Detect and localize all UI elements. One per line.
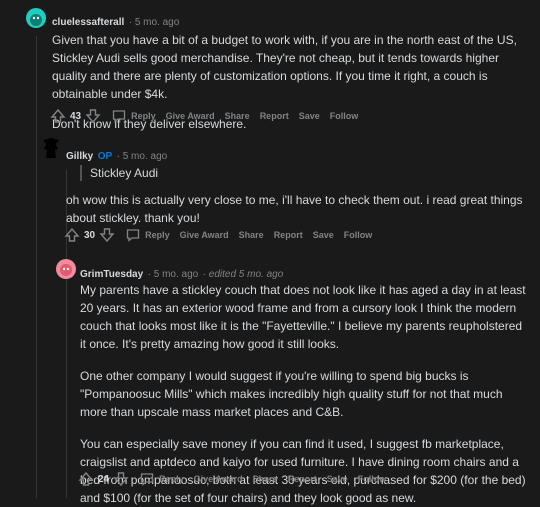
timestamp[interactable]: 5 mo. ago <box>123 151 167 162</box>
comment-header: cluelessafterall · 5 mo. ago <box>52 17 180 28</box>
vote-count: 24 <box>98 473 110 485</box>
give-award-button[interactable]: Give Award <box>166 111 215 121</box>
save-button[interactable]: Save <box>299 111 320 121</box>
vote-count: 43 <box>70 110 82 122</box>
username[interactable]: cluelessafterall <box>52 17 124 28</box>
timestamp[interactable]: 5 mo. ago <box>154 269 198 280</box>
report-button[interactable]: Report <box>260 111 289 121</box>
reply-icon <box>111 108 127 124</box>
reply-button[interactable]: Reply <box>139 471 184 487</box>
share-button[interactable]: Share <box>225 111 250 121</box>
edited-label: edited 5 mo. ago <box>208 269 284 280</box>
comment-header: Gillky OP · 5 mo. ago <box>66 151 168 162</box>
follow-button[interactable]: Follow <box>330 111 359 121</box>
reply-button[interactable]: Reply <box>111 108 156 124</box>
avatar[interactable] <box>56 259 76 279</box>
comment-body: Stickley Audi oh wow this is actually ve… <box>66 163 526 227</box>
thread-line[interactable] <box>36 36 37 498</box>
downvote-icon[interactable] <box>113 471 129 487</box>
follow-button[interactable]: Follow <box>358 474 387 484</box>
action-bar: 43 Reply Give Award Share Report Save Fo… <box>50 107 368 125</box>
vote-count: 30 <box>84 229 96 241</box>
upvote-icon[interactable] <box>64 227 80 243</box>
upvote-icon[interactable] <box>50 108 66 124</box>
downvote-icon[interactable] <box>85 108 101 124</box>
report-button[interactable]: Report <box>288 474 317 484</box>
give-award-button[interactable]: Give Award <box>180 230 229 240</box>
comment-paragraph: oh wow this is actually very close to me… <box>66 193 523 225</box>
give-award-button[interactable]: Give Award <box>194 474 243 484</box>
username[interactable]: Gillky <box>66 151 93 162</box>
comment-header: GrimTuesday · 5 mo. ago · edited 5 mo. a… <box>80 269 284 280</box>
reply-icon <box>139 471 155 487</box>
share-button[interactable]: Share <box>253 474 278 484</box>
comment-paragraph: Given that you have a bit of a budget to… <box>52 33 517 101</box>
action-bar: 30 Reply Give Award Share Report Save Fo… <box>64 226 382 244</box>
username[interactable]: GrimTuesday <box>80 269 143 280</box>
comment-paragraph: One other company I would suggest if you… <box>80 369 503 419</box>
report-button[interactable]: Report <box>274 230 303 240</box>
downvote-icon[interactable] <box>99 227 115 243</box>
avatar[interactable] <box>40 136 62 160</box>
avatar[interactable] <box>26 8 46 28</box>
follow-button[interactable]: Follow <box>344 230 373 240</box>
comment-paragraph: My parents have a stickley couch that do… <box>80 283 526 351</box>
op-badge: OP <box>97 151 113 162</box>
timestamp[interactable]: 5 mo. ago <box>135 17 179 28</box>
reply-icon <box>125 227 141 243</box>
action-bar: 24 Reply Give Award Share Report Save Fo… <box>78 470 396 488</box>
share-button[interactable]: Share <box>239 230 264 240</box>
save-button[interactable]: Save <box>313 230 334 240</box>
reply-button[interactable]: Reply <box>125 227 170 243</box>
upvote-icon[interactable] <box>78 471 94 487</box>
save-button[interactable]: Save <box>327 474 348 484</box>
blockquote: Stickley Audi <box>80 165 526 181</box>
